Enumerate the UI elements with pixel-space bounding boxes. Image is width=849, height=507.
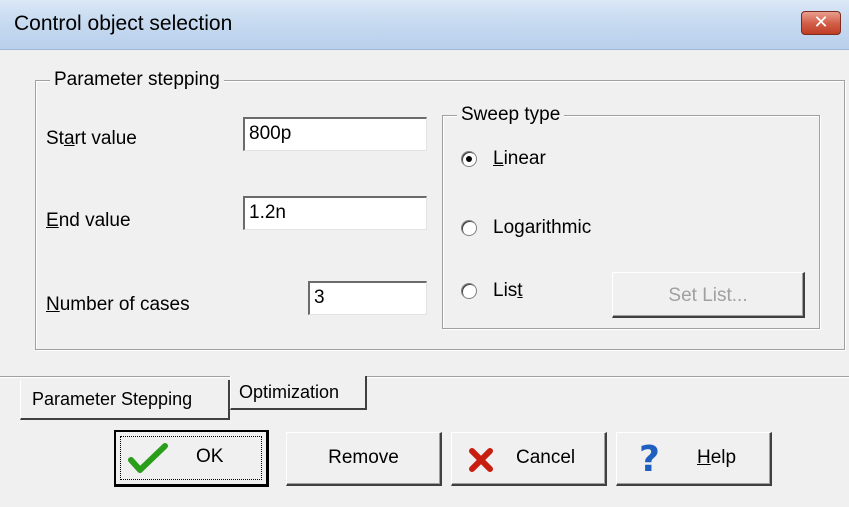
parameter-stepping-title: Parameter stepping	[50, 69, 224, 91]
list-radio[interactable]	[461, 283, 477, 299]
remove-label: Remove	[328, 447, 399, 468]
close-icon: ✕	[813, 12, 829, 32]
logarithmic-radio-label[interactable]: Logarithmic	[493, 217, 591, 239]
cancel-button[interactable]: Cancel	[451, 432, 607, 486]
start-value-label: Start value	[46, 128, 137, 149]
end-value-input[interactable]: 1.2n	[243, 196, 427, 230]
ok-label: OK	[196, 446, 224, 467]
dialog-window: Control object selection ✕ Parameter ste…	[0, 0, 849, 507]
title-bar[interactable]: Control object selection ✕	[0, 0, 849, 50]
close-button[interactable]: ✕	[801, 11, 841, 35]
linear-radio[interactable]	[461, 151, 477, 167]
start-value-input[interactable]: 800p	[243, 117, 427, 151]
window-title: Control object selection	[14, 12, 233, 35]
linear-radio-label[interactable]: Linear	[493, 148, 546, 170]
cancel-label: Cancel	[516, 447, 576, 468]
set-list-label: Set List...	[668, 285, 748, 306]
logarithmic-radio[interactable]	[461, 220, 477, 236]
tab-parameter-stepping[interactable]: Parameter Stepping	[20, 380, 230, 420]
number-of-cases-label: Number of cases	[46, 294, 190, 315]
help-label: Help	[697, 447, 737, 468]
tab-strip-line-light	[0, 377, 849, 378]
sweep-type-title: Sweep type	[457, 104, 565, 126]
end-value-label: End value	[46, 210, 131, 231]
tab-optimization[interactable]: Optimization	[230, 376, 367, 410]
set-list-button[interactable]: Set List...	[612, 272, 805, 318]
number-of-cases-input[interactable]: 3	[308, 281, 427, 315]
tab-optimization-label: Optimization	[239, 382, 340, 402]
dialog-body: Parameter stepping Start value 800p End …	[0, 50, 849, 507]
question-mark-icon: ?	[639, 439, 660, 480]
remove-button[interactable]: Remove	[286, 432, 442, 486]
ok-button[interactable]: OK	[114, 430, 269, 487]
checkmark-icon	[128, 443, 168, 473]
cancel-x-icon	[469, 448, 493, 472]
list-radio-label[interactable]: List	[493, 280, 523, 302]
help-button[interactable]: ? Help	[616, 432, 772, 486]
tab-parameter-stepping-label: Parameter Stepping	[32, 389, 193, 409]
